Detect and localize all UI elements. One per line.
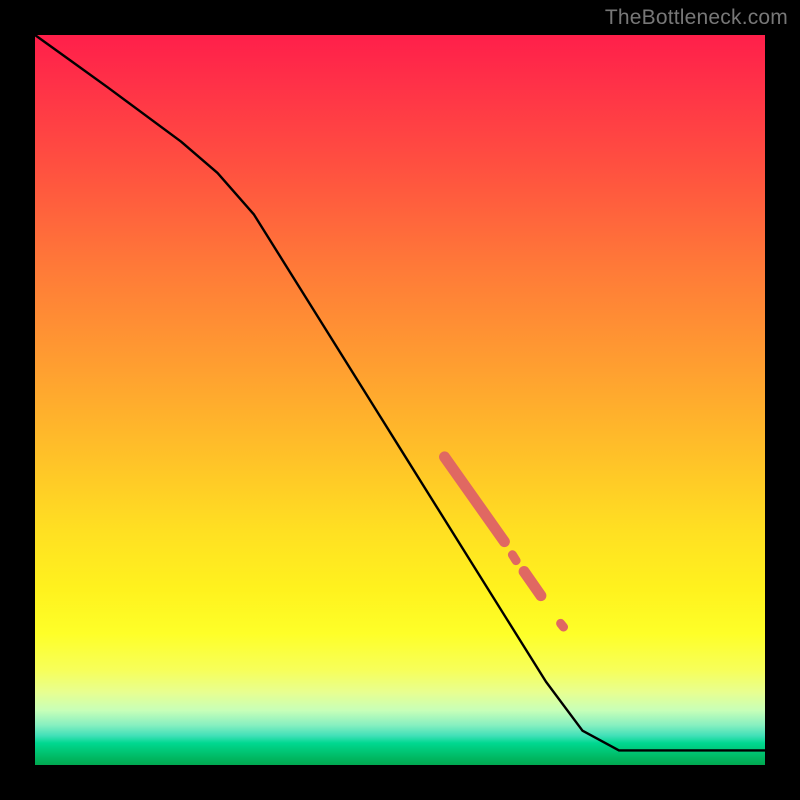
- highlight-segment: [524, 572, 541, 596]
- highlight-blobs: [445, 457, 564, 627]
- watermark-text: TheBottleneck.com: [605, 6, 788, 30]
- highlight-segment: [561, 623, 564, 627]
- main-curve: [35, 35, 765, 750]
- plot-area: [35, 35, 765, 765]
- chart-stage: TheBottleneck.com: [0, 0, 800, 800]
- chart-overlay: [35, 35, 765, 765]
- highlight-segment: [445, 457, 505, 542]
- highlight-segment: [512, 555, 516, 561]
